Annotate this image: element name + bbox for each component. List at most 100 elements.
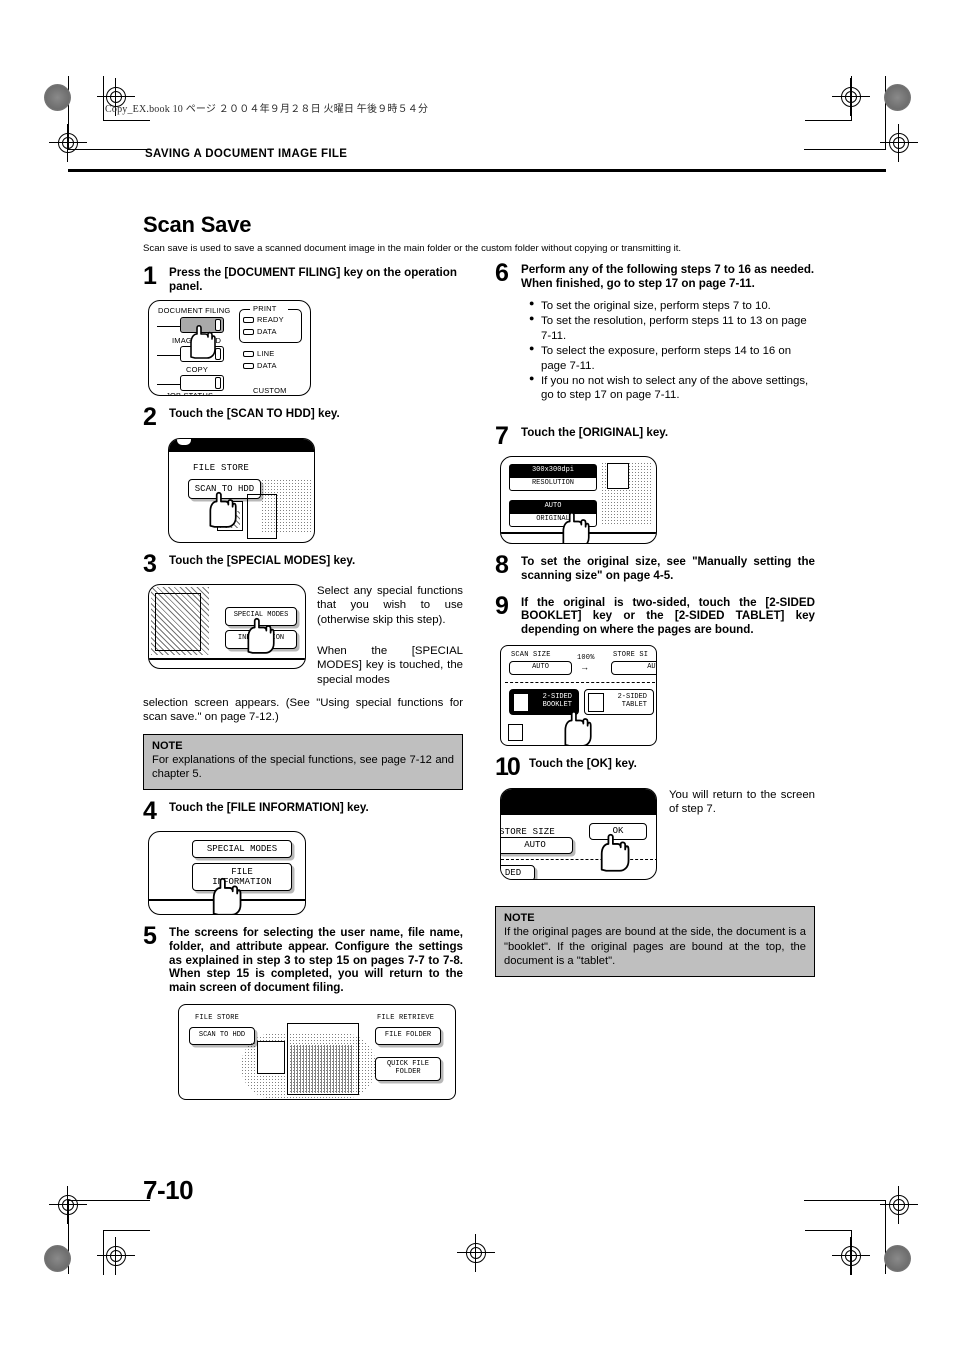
manual-page: Copy_EX.book 10 ページ ２００４年９月２８日 火曜日 午後９時５… [0,0,954,1351]
note-label: NOTE [152,739,183,752]
step-number: 8 [495,551,509,580]
step-number: 9 [495,591,509,620]
step-number: 10 [495,753,521,782]
step-text: Touch the [SPECIAL MODES] key. [169,553,356,567]
figure-ok-screen: STORE SIZE AUTO OK DED [500,787,657,880]
step-text: Touch the [FILE INFORMATION] key. [169,800,369,814]
arrow-icon: → [582,663,588,674]
figure-file-information-screen: SPECIAL MODES FILE INFORMATION [148,831,306,916]
step-text: Perform any of the following steps 7 to … [521,263,815,290]
step-4: 4 Touch the [FILE INFORMATION] key. [143,798,463,824]
bullet-item: To set the original size, perform steps … [529,298,815,313]
key-quick-file-folder-line2: FOLDER [395,1068,421,1077]
bullet-item: If you no not wish to select any of the … [529,373,815,403]
label-print: PRINT [253,304,277,314]
figure-operation-panel: DOCUMENT FILING IMAGE SEND COPY JOB STAT… [148,300,311,397]
key-scan-to-hdd[interactable]: SCAN TO HDD [189,1027,255,1046]
key-resolution-value[interactable]: 300x300dpi [509,464,597,479]
step-6: 6 Perform any of the following steps 7 t… [495,259,815,403]
registration-mark [49,1186,87,1224]
key-store-size-auto[interactable]: AUTO [611,661,656,676]
step-10-side-paragraph: You will return to the screen of step 7. [669,788,815,816]
step-6-bullet-list: To set the original size, perform steps … [529,298,815,403]
hand-pointer-icon [207,875,245,915]
step-text: To set the original size, see "Manually … [521,555,815,582]
hand-pointer-icon [559,708,595,746]
bullet-item: To select the exposure, perform steps 14… [529,343,815,373]
note-body: If the original pages are bound at the s… [504,925,806,968]
registration-mark-bottom-center [457,1234,495,1272]
label-custom-settings-2: SETTINGS [251,394,290,395]
step-10: 10 Touch the [OK] key. [495,753,815,782]
header-rule [68,169,886,172]
step-number: 7 [495,421,509,450]
step-text: Press the [DOCUMENT FILING] key on the o… [169,266,457,293]
label-store-size: STORE SIZE [500,826,556,837]
step-text: Touch the [OK] key. [529,757,637,771]
step-10-figure-row: STORE SIZE AUTO OK DED You will return t… [495,787,815,884]
step-7: 7 Touch the [ORIGINAL] key. [495,421,815,450]
step-text: The screens for selecting the user name,… [169,926,463,994]
step-number: 2 [143,403,157,432]
label-copy: COPY [186,365,209,375]
led-ready [243,317,254,324]
step-9: 9 If the original is two-sided, touch th… [495,591,815,637]
registration-mark [880,1186,918,1224]
illustration-machine [247,493,277,539]
step-3-side-paragraph-1: Select any special functions that you wi… [317,584,463,626]
label-store-size: STORE SI [613,651,649,660]
hand-pointer-icon [242,615,278,659]
step-3: 3 Touch the [SPECIAL MODES] key. [143,552,463,577]
hand-pointer-icon [595,831,633,877]
label-scan-size: SCAN SIZE [511,651,551,660]
key-resolution-label[interactable]: RESOLUTION [509,477,597,492]
step-3-tail-paragraph: selection screen appears. (See "Using sp… [143,696,463,724]
figure-special-modes-screen: SPECIAL MODES INFORMATION [148,583,306,669]
figure-main-screen: FILE STORE FILE RETRIEVE SCAN TO HDD FIL… [178,1004,456,1101]
registration-mark [49,124,87,162]
step-5: 5 The screens for selecting the user nam… [143,922,463,994]
halftone-dot [44,84,71,111]
step-3-side-paragraph-2: When the [SPECIAL MODES] key is touched,… [317,644,463,686]
step-number: 6 [495,259,509,287]
note-box-booklet-tablet: NOTE If the original pages are bound at … [495,905,815,977]
label-line: LINE [257,349,275,359]
bullet-item: To set the resolution, perform steps 11 … [529,313,815,343]
running-head: SAVING A DOCUMENT IMAGE FILE [145,148,348,160]
led-line [243,351,254,358]
illustration-machine [155,592,201,651]
note-box-special-functions: NOTE For explanations of the special fun… [143,733,463,790]
registration-mark [832,78,870,116]
step-number: 5 [143,922,157,951]
halftone-dot [884,84,911,111]
halftone-dot [884,1245,911,1272]
key-file-folder[interactable]: FILE FOLDER [375,1027,441,1046]
registration-mark [97,1237,135,1275]
illustration-original [607,463,629,490]
step-text: If the original is two-sided, touch the … [521,595,815,636]
step-text: Touch the [SCAN TO HDD] key. [169,407,340,421]
page-title: Scan Save [143,212,252,237]
book-filename-line: Copy_EX.book 10 ページ ２００４年９月２８日 火曜日 午後９時５… [105,104,429,115]
label-data-print: DATA [257,327,277,337]
booklet-icon [513,693,529,713]
right-column: 6 Perform any of the following steps 7 t… [495,259,815,987]
key-store-size-auto[interactable]: AUTO [501,836,573,854]
hand-pointer-icon [185,323,219,363]
intro-text: Scan save is used to save a scanned docu… [143,243,682,254]
label-ready: READY [257,315,284,325]
key-partial-2-sided[interactable]: DED [501,864,535,879]
label-file-retrieve: FILE RETRIEVE [377,1014,435,1023]
figure-file-store-screen: FILE STORE SCAN TO HDD [168,437,315,543]
key-2-sided-tablet-line2: TABLET [621,701,647,710]
key-quick-file-folder[interactable]: QUICK FILE FOLDER [375,1057,441,1082]
step-text: Touch the [ORIGINAL] key. [521,425,669,439]
key-scan-size-auto[interactable]: AUTO [509,661,572,676]
led-data-line [243,363,254,370]
step-2: 2 Touch the [SCAN TO HDD] key. [143,403,463,432]
hand-pointer-icon [557,509,593,544]
hand-pointer-icon [204,489,240,533]
key-special-modes[interactable]: SPECIAL MODES [192,840,292,859]
step-1: 1 Press the [DOCUMENT FILING] key on the… [143,264,463,293]
label-file-store: FILE STORE [195,1014,240,1023]
